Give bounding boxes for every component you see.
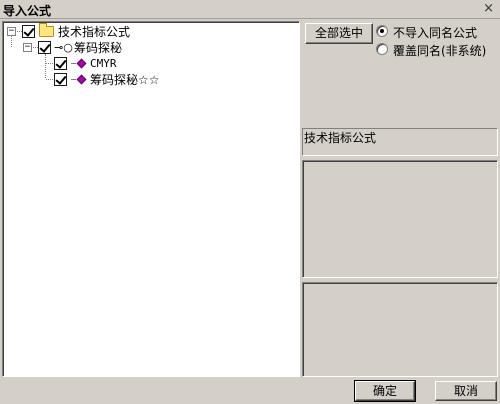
tree-leaf[interactable]: 筹码探秘☆☆ <box>3 72 299 88</box>
tree-leaf[interactable]: CMYR <box>3 56 299 72</box>
radio-skip-label[interactable]: 不导入同名公式 <box>393 24 477 41</box>
description-panel <box>302 160 498 278</box>
leaf-label[interactable]: 筹码探秘☆☆ <box>90 72 160 88</box>
collapse-icon[interactable]: − <box>7 27 16 36</box>
folder-icon <box>39 23 54 37</box>
title-bar: 导入公式 × <box>0 0 500 19</box>
select-all-button[interactable]: 全部选中 <box>305 23 373 44</box>
close-icon[interactable]: × <box>483 1 494 16</box>
import-formula-dialog: 导入公式 × − 技术指标公式 − ⊸○ 筹码探秘 CMYR 筹码探秘☆☆ 全部… <box>0 0 500 404</box>
radio-overwrite[interactable] <box>376 43 388 55</box>
cancel-button[interactable]: 取消 <box>435 381 497 401</box>
category-text: 技术指标公式 <box>304 131 377 145</box>
root-label[interactable]: 技术指标公式 <box>58 24 130 40</box>
key-icon: ⊸○ <box>54 41 73 54</box>
collapse-icon[interactable]: − <box>23 43 32 52</box>
root-checkbox[interactable] <box>22 25 35 38</box>
formula-icon <box>76 58 87 69</box>
formula-tree[interactable]: − 技术指标公式 − ⊸○ 筹码探秘 CMYR 筹码探秘☆☆ <box>2 21 300 377</box>
child-label[interactable]: 筹码探秘 <box>74 40 122 56</box>
ok-button[interactable]: 确定 <box>354 380 416 402</box>
preview-panel <box>302 282 498 377</box>
leaf-checkbox[interactable] <box>54 73 67 86</box>
radio-overwrite-label[interactable]: 覆盖同名(非系统) <box>393 42 486 59</box>
radio-skip-duplicates[interactable] <box>376 25 388 37</box>
leaf-checkbox[interactable] <box>54 57 67 70</box>
tree-node-child[interactable]: − ⊸○ 筹码探秘 <box>3 40 299 56</box>
formula-icon <box>76 74 87 85</box>
child-checkbox[interactable] <box>38 41 51 54</box>
leaf-label[interactable]: CMYR <box>90 56 117 72</box>
category-info-box: 技术指标公式 <box>302 128 498 156</box>
dialog-title: 导入公式 <box>3 4 52 18</box>
tree-node-root[interactable]: − 技术指标公式 <box>3 23 299 40</box>
